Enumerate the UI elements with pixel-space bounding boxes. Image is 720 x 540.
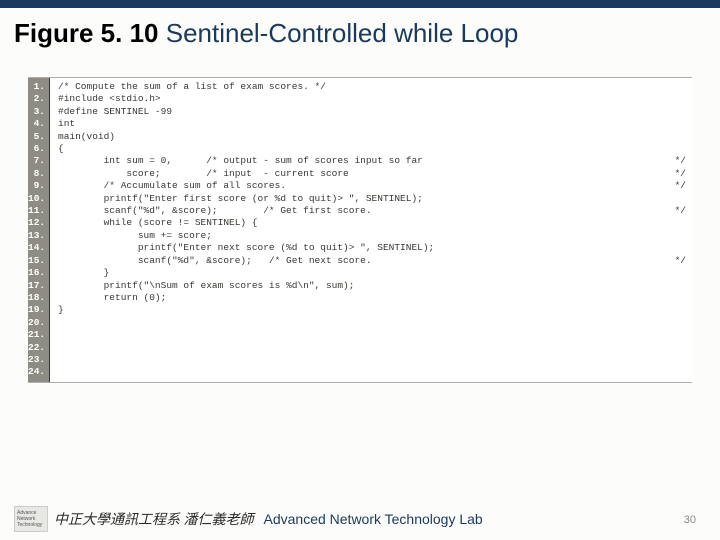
code-text: }	[58, 304, 64, 316]
code-text: int	[58, 118, 75, 130]
code-text: {	[58, 143, 64, 155]
code-line: main(void)	[58, 131, 692, 143]
logo-line: Technology	[17, 522, 47, 528]
code-line: }	[58, 304, 692, 316]
code-text: main(void)	[58, 131, 115, 143]
code-text: /* Accumulate sum of all scores.	[58, 180, 286, 192]
code-line: {	[58, 143, 692, 155]
code-text: score; /* input - current score	[58, 168, 349, 180]
code-text: scanf("%d", &score); /* Get first score.	[58, 205, 372, 217]
code-line: sum += score;	[58, 230, 692, 242]
code-line: printf("\nSum of exam scores is %d\n", s…	[58, 280, 692, 292]
code-text: printf("Enter first score (or %d to quit…	[58, 193, 423, 205]
code-text: #include <stdio.h>	[58, 93, 161, 105]
code-body: /* Compute the sum of a list of exam sco…	[50, 78, 692, 382]
code-text: sum += score;	[58, 230, 212, 242]
line-number: 20.	[28, 317, 49, 329]
code-line: /* Compute the sum of a list of exam sco…	[58, 81, 692, 93]
slide-title: Figure 5. 10 Sentinel-Controlled while L…	[0, 8, 720, 49]
code-line: printf("Enter next score (%d to quit)> "…	[58, 242, 692, 254]
line-number: 4.	[28, 118, 49, 130]
figure-label: Figure 5. 10	[14, 18, 159, 48]
footer-logo: Advance Network Technology	[14, 506, 48, 532]
line-number: 23.	[28, 354, 49, 366]
code-comment-close: */	[675, 255, 686, 267]
code-text: }	[58, 267, 109, 279]
page-number: 30	[684, 514, 696, 526]
code-line: printf("Enter first score (or %d to quit…	[58, 193, 692, 205]
line-number: 6.	[28, 143, 49, 155]
code-line: #include <stdio.h>	[58, 93, 692, 105]
code-comment-close: */	[675, 155, 686, 167]
code-line: int	[58, 118, 692, 130]
line-number: 22.	[28, 342, 49, 354]
line-number: 2.	[28, 93, 49, 105]
line-number: 10.	[28, 193, 49, 205]
code-line: }	[58, 267, 692, 279]
footer-chinese: 中正大學通訊工程系 潘仁義老師	[54, 509, 254, 529]
footer: Advance Network Technology 中正大學通訊工程系 潘仁義…	[0, 506, 720, 532]
code-text: #define SENTINEL -99	[58, 106, 172, 118]
code-text: int sum = 0, /* output - sum of scores i…	[58, 155, 423, 167]
line-number: 7.	[28, 155, 49, 167]
accent-bar	[0, 0, 720, 8]
line-number: 14.	[28, 242, 49, 254]
code-text: printf("\nSum of exam scores is %d\n", s…	[58, 280, 354, 292]
code-box: 1.2.3.4.5.6.7.8.9.10.11.12.13.14.15.16.1…	[28, 77, 692, 383]
line-number: 15.	[28, 255, 49, 267]
line-number: 5.	[28, 131, 49, 143]
code-line: int sum = 0, /* output - sum of scores i…	[58, 155, 692, 167]
code-comment-close: */	[675, 180, 686, 192]
line-number: 1.	[28, 81, 49, 93]
code-line: score; /* input - current score */	[58, 168, 692, 180]
line-number: 21.	[28, 329, 49, 341]
code-line: scanf("%d", &score); /* Get next score. *…	[58, 255, 692, 267]
line-number: 24.	[28, 366, 49, 378]
code-comment-close: */	[675, 168, 686, 180]
code-text: printf("Enter next score (%d to quit)> "…	[58, 242, 434, 254]
line-number: 17.	[28, 280, 49, 292]
code-text: scanf("%d", &score); /* Get next score.	[58, 255, 372, 267]
code-text: return (0);	[58, 292, 166, 304]
code-line: #define SENTINEL -99	[58, 106, 692, 118]
code-line: return (0);	[58, 292, 692, 304]
code-line: scanf("%d", &score); /* Get first score.…	[58, 205, 692, 217]
line-number-gutter: 1.2.3.4.5.6.7.8.9.10.11.12.13.14.15.16.1…	[28, 78, 50, 382]
line-number: 9.	[28, 180, 49, 192]
code-comment-close: */	[675, 205, 686, 217]
line-number: 16.	[28, 267, 49, 279]
line-number: 3.	[28, 106, 49, 118]
line-number: 12.	[28, 217, 49, 229]
code-text: /* Compute the sum of a list of exam sco…	[58, 81, 326, 93]
code-text: while (score != SENTINEL) {	[58, 217, 258, 229]
code-line: while (score != SENTINEL) {	[58, 217, 692, 229]
line-number: 11.	[28, 205, 49, 217]
code-line: /* Accumulate sum of all scores. */	[58, 180, 692, 192]
figure-description: Sentinel-Controlled while Loop	[159, 18, 519, 48]
line-number: 19.	[28, 304, 49, 316]
line-number: 13.	[28, 230, 49, 242]
line-number: 8.	[28, 168, 49, 180]
footer-lab-name: Advanced Network Technology Lab	[264, 511, 483, 527]
code-figure: 1.2.3.4.5.6.7.8.9.10.11.12.13.14.15.16.1…	[28, 77, 692, 383]
line-number: 18.	[28, 292, 49, 304]
